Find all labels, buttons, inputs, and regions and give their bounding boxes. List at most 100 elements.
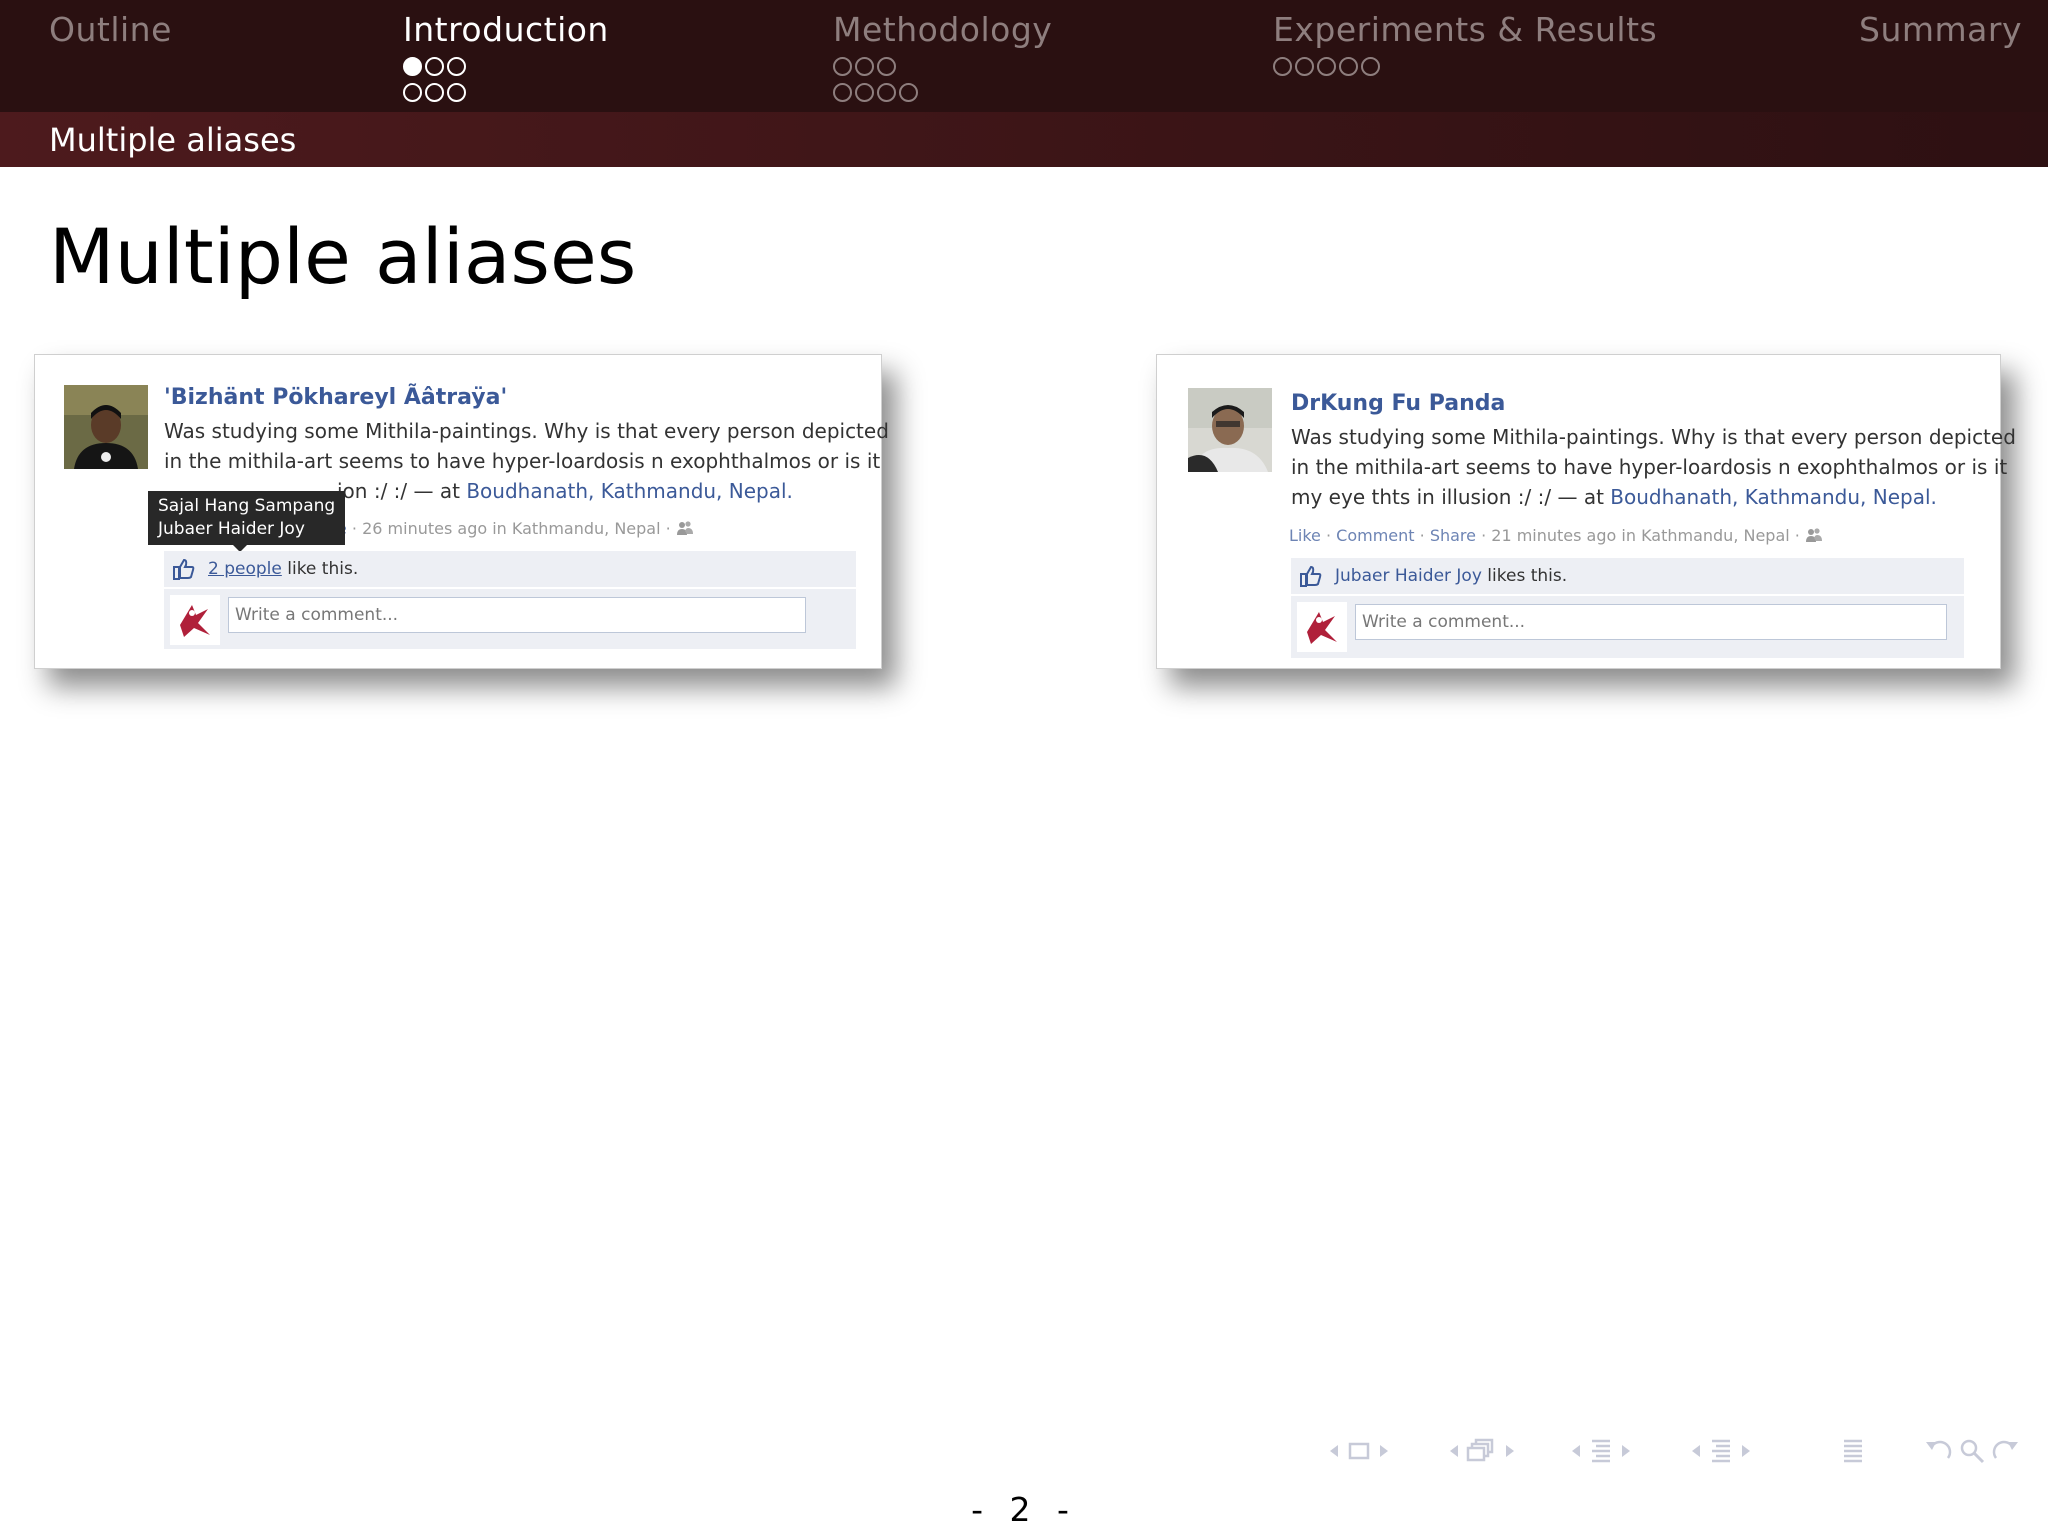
comment-row-left: Write a comment... xyxy=(164,589,856,649)
nav-controls-group xyxy=(1920,1436,2024,1466)
profile-photo-left xyxy=(64,385,148,469)
profile-photo-right xyxy=(1188,388,1272,472)
nav-section-outline-title[interactable]: Outline xyxy=(49,10,172,49)
nav-document-icon[interactable] xyxy=(1704,1437,1738,1465)
nav-search-icon[interactable] xyxy=(1956,1436,1988,1466)
like-action-link[interactable]: Like xyxy=(1289,526,1321,545)
nav-section-next-icon[interactable] xyxy=(1618,1441,1634,1461)
nav-section-summary[interactable]: Summary xyxy=(1859,10,2022,49)
likes-bar-left: 2 people like this. xyxy=(164,551,856,587)
nav-section-prev-icon[interactable] xyxy=(1568,1441,1584,1461)
current-frame-dot[interactable] xyxy=(403,56,422,76)
share-action-link[interactable]: Share xyxy=(1430,526,1476,545)
commenter-avatar-left xyxy=(170,595,220,645)
frame-dot[interactable] xyxy=(425,82,444,102)
nav-appendix-icon[interactable] xyxy=(1836,1437,1870,1465)
nav-section-group xyxy=(1568,1436,1634,1466)
frame-dot[interactable] xyxy=(1361,56,1380,76)
post-text-tail-left: ion :/ :/ — at xyxy=(337,479,467,503)
commenter-avatar-right xyxy=(1297,602,1347,652)
section-navigation-bar: Outline Introduction Methodology Experim… xyxy=(0,0,2048,112)
post-author-name-right[interactable]: DrKung Fu Panda xyxy=(1291,391,1505,416)
nav-document-prev-icon[interactable] xyxy=(1688,1441,1704,1461)
nav-forward-icon[interactable] xyxy=(1988,1436,2024,1466)
frame-dot[interactable] xyxy=(1339,56,1358,76)
post-text-line2-right: in the mithila-art seems to have hyper-l… xyxy=(1291,455,2008,479)
introduction-frame-dots xyxy=(403,81,609,103)
nav-subsection-group xyxy=(1446,1436,1518,1466)
nav-section-icon[interactable] xyxy=(1584,1437,1618,1465)
nav-section-experiments-results[interactable]: Experiments & Results xyxy=(1273,10,1657,77)
comment-row-right: Write a comment... xyxy=(1291,596,1964,658)
post-author-name-left[interactable]: 'Bizhänt Pökhareyl Ãâtraÿa' xyxy=(164,385,507,410)
comment-input-left[interactable]: Write a comment... xyxy=(228,597,806,633)
post-meta-text-right: · 21 minutes ago in Kathmandu, Nepal · xyxy=(1476,526,1805,545)
frame-dot[interactable] xyxy=(447,82,466,102)
post-text-tail-right: my eye thts in illusion :/ :/ — at xyxy=(1291,485,1611,509)
post-meta-right: Like · Comment · Share · 21 minutes ago … xyxy=(1289,526,1823,547)
nav-frame-next-icon[interactable] xyxy=(1376,1441,1392,1461)
frame-dot[interactable] xyxy=(1295,56,1314,76)
nav-section-experiments-title[interactable]: Experiments & Results xyxy=(1273,10,1657,49)
nav-frame-prev-icon[interactable] xyxy=(1326,1441,1342,1461)
tooltip-liker-1: Sajal Hang Sampang xyxy=(158,496,336,516)
likes-person-link-right[interactable]: Jubaer Haider Joy xyxy=(1335,566,1482,586)
location-link-right[interactable]: Boudhanath, Kathmandu, Nepal. xyxy=(1610,485,1937,509)
introduction-frame-dots xyxy=(403,55,609,77)
frame-dot[interactable] xyxy=(1273,56,1292,76)
slide-title: Multiple aliases xyxy=(49,212,637,301)
post-meta-left: e · 26 minutes ago in Kathmandu, Nepal · xyxy=(337,519,694,540)
nav-section-methodology-title[interactable]: Methodology xyxy=(833,10,1052,49)
comment-action-link[interactable]: Comment xyxy=(1336,526,1414,545)
frame-dot[interactable] xyxy=(855,56,874,76)
subsection-bar: Multiple aliases xyxy=(0,112,2048,167)
methodology-frame-dots xyxy=(833,81,1052,103)
nav-appendix-group xyxy=(1836,1436,1870,1466)
frame-dot[interactable] xyxy=(425,56,444,76)
frame-dot[interactable] xyxy=(1317,56,1336,76)
frame-dot[interactable] xyxy=(447,56,466,76)
thumbs-up-icon xyxy=(1299,565,1323,587)
nav-section-summary-title[interactable]: Summary xyxy=(1859,10,2022,49)
frame-dot[interactable] xyxy=(855,82,874,102)
location-link-left[interactable]: Boudhanath, Kathmandu, Nepal. xyxy=(466,479,793,503)
post-text-line3-left: ion :/ :/ — at Boudhanath, Kathmandu, Ne… xyxy=(337,476,793,506)
facebook-post-screenshot-left: 'Bizhänt Pökhareyl Ãâtraÿa' Was studying… xyxy=(34,354,889,669)
likers-tooltip: Sajal Hang Sampang Jubaer Haider Joy xyxy=(148,491,346,545)
methodology-frame-dots xyxy=(833,55,1052,77)
nav-subsection-prev-icon[interactable] xyxy=(1446,1441,1462,1461)
nav-back-icon[interactable] xyxy=(1920,1436,1956,1466)
likes-suffix-right: likes this. xyxy=(1481,566,1568,586)
friends-icon xyxy=(676,520,694,540)
nav-document-next-icon[interactable] xyxy=(1738,1441,1754,1461)
frame-dot[interactable] xyxy=(403,82,422,102)
frame-dot[interactable] xyxy=(899,82,918,102)
subsection-title: Multiple aliases xyxy=(49,121,297,159)
page-number: - 2 - xyxy=(971,1490,1077,1529)
post-text-line2-left: in the mithila-art seems to have hyper-l… xyxy=(164,449,881,473)
likes-suffix-left: like this. xyxy=(281,559,359,579)
nav-section-methodology[interactable]: Methodology xyxy=(833,10,1052,103)
frame-dot[interactable] xyxy=(877,56,896,76)
nav-subsection-icon[interactable] xyxy=(1462,1437,1502,1465)
likes-summary-left: 2 people like this. xyxy=(208,559,358,579)
nav-frame-icon[interactable] xyxy=(1342,1441,1376,1461)
nav-section-outline[interactable]: Outline xyxy=(49,10,172,49)
tooltip-liker-2: Jubaer Haider Joy xyxy=(158,519,305,539)
likes-people-link-left[interactable]: 2 people xyxy=(208,559,282,579)
post-meta-text-left: · 26 minutes ago in Kathmandu, Nepal · xyxy=(346,519,676,538)
frame-dot[interactable] xyxy=(877,82,896,102)
likes-bar-right: Jubaer Haider Joy likes this. xyxy=(1291,558,1964,594)
frame-dot[interactable] xyxy=(833,82,852,102)
post-text-line3-right: my eye thts in illusion :/ :/ — at Boudh… xyxy=(1291,482,1937,512)
nav-document-group xyxy=(1688,1436,1754,1466)
likes-summary-right: Jubaer Haider Joy likes this. xyxy=(1335,566,1567,586)
nav-frame-group xyxy=(1326,1436,1392,1466)
friends-icon xyxy=(1805,527,1823,547)
nav-section-introduction-title[interactable]: Introduction xyxy=(403,10,609,49)
frame-dot[interactable] xyxy=(833,56,852,76)
nav-section-introduction[interactable]: Introduction xyxy=(403,10,609,103)
nav-subsection-next-icon[interactable] xyxy=(1502,1441,1518,1461)
post-text-line1-right: Was studying some Mithila-paintings. Why… xyxy=(1291,425,2016,449)
comment-input-right[interactable]: Write a comment... xyxy=(1355,604,1947,640)
